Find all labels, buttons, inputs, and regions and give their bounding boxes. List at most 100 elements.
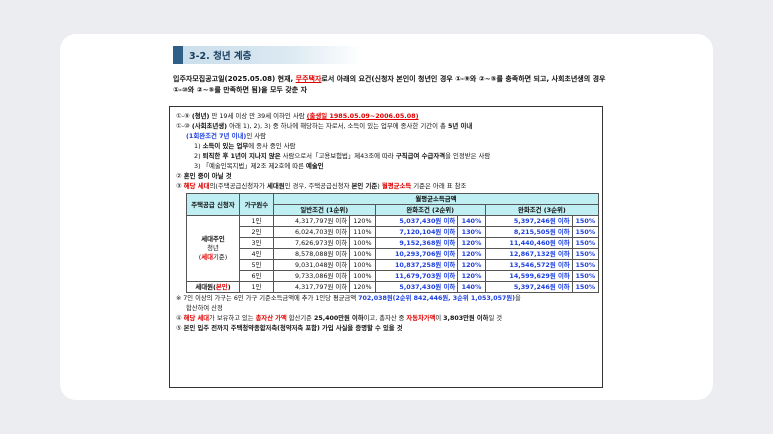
intro-highlight: 무주택자 [295, 75, 322, 83]
header-income: 월평균소득금액 [272, 193, 600, 205]
cell-relaxed-3-pct: 150% [571, 237, 600, 249]
cond-bold: 세대원 [266, 182, 285, 190]
cell-relaxed-3: 13,546,572원 이하 [484, 259, 573, 271]
cell-relaxed-3-pct: 150% [571, 248, 600, 260]
cell-relaxed-3: 5,397,246원 이하 [484, 281, 573, 293]
table-row: 세대주인 청년 (세대기준) 1인 4,317,797원 이하 120% 5,0… [186, 215, 600, 282]
item-text: 을 인정받은 사람 [445, 152, 491, 160]
group-line-3-red: 세대 [201, 253, 213, 261]
cond-number: ③ [176, 182, 182, 190]
intro-text-1: 입주자모집공고일(2025.05.08) 현재, [173, 75, 296, 83]
header-general: 일반조건 (1순위) [272, 204, 376, 216]
cell-general: 9,031,048원 이하 [272, 259, 351, 271]
cell-relaxed-3-pct: 150% [571, 226, 600, 238]
cond-text: 합산기준 [286, 315, 314, 322]
cell-general: 7,626,973원 이하 [272, 237, 351, 249]
cell-relaxed-2-pct: 120% [457, 237, 486, 249]
cell-relaxed-2-pct: 120% [457, 259, 486, 271]
cell-general-pct: 120% [349, 281, 376, 293]
cell-relaxed-2-pct: 120% [457, 248, 486, 260]
cell-general: 4,317,797원 이하 [272, 215, 351, 227]
new-worker-item-2: 2) 퇴직한 후 1년이 지나지 않은 사람으로서「고용보험법」제43조에 따라… [176, 151, 602, 161]
note-text: 합산하여 산정 [186, 305, 223, 312]
cell-general-pct: 110% [349, 226, 376, 238]
table-note: ※ 7인 이상의 가구는 6인 가구 기준소득금액에 추가 1인당 평균금액 7… [176, 294, 602, 304]
condition-savings: ⑤ 본인 입주 전까지 주택청약종합저축(청약저축 포함) 가입 사실을 증명할… [176, 324, 602, 334]
cond-red: 자동차가액 [406, 315, 436, 322]
item-bold: 소득이 있는 업무 [202, 142, 249, 150]
item-number: 2) [194, 152, 203, 160]
cond-text: 의(주택공급신청자가 [209, 182, 267, 190]
cond-bold: 3,803만원 이하 [443, 315, 489, 322]
cond-bold: 25,400만원 이하 [313, 315, 364, 322]
cond-red: 월평균소득 [381, 182, 412, 190]
header-relaxed-3: 완화조건 (3순위) [484, 204, 600, 216]
cell-relaxed-2-pct: 140% [457, 281, 486, 293]
cond-bold: 5년 이내 [447, 122, 473, 130]
condition-youth: ①-⑨ (청년) 만 19세 이상 만 39세 이하인 사람 (출생일 1985… [176, 111, 602, 121]
cell-members: 5인 [238, 259, 274, 271]
cell-relaxed-2: 10,293,706원 이하 [374, 248, 459, 260]
condition-assets: ④ 해당 세대가 보유하고 있는 총자산 가액 합산기준 25,400만원 이하… [176, 314, 602, 324]
cond-number: ⑤ [176, 325, 182, 332]
header-relaxed-2: 완화조건 (2순위) [374, 204, 486, 216]
cell-relaxed-3: 14,599,629원 이하 [484, 270, 573, 282]
item-text: 에 종사 중인 사람 [248, 142, 296, 150]
group-line-2: 청년 [207, 244, 219, 252]
table-row-member: 세대원(본인) 1인 4,317,797원 이하 120% 5,037,430원… [186, 281, 600, 293]
table-row: 6인 9,733,086원 이하 100% 11,679,703원 이하 120… [187, 270, 600, 282]
item-number: 1) [194, 142, 203, 150]
cell-applicant-member: 세대원(본인) [186, 281, 240, 293]
header-members: 가구원수 [238, 193, 274, 216]
member-post: ) [227, 283, 231, 291]
cond-number: ② [176, 172, 182, 180]
cell-relaxed-2-pct: 130% [457, 226, 486, 238]
table-row: 5인 9,031,048원 이하 100% 10,837,258원 이하 120… [187, 259, 600, 271]
cell-general: 4,317,797원 이하 [272, 281, 351, 293]
cond-text: 아래 1), 2), 3) 중 하나에 해당하는 자로서, 소득이 있는 업무에… [227, 122, 448, 130]
requirements-box: ①-⑨ (청년) 만 19세 이상 만 39세 이하인 사람 (출생일 1985… [169, 106, 603, 388]
cell-general-pct: 100% [349, 248, 376, 260]
cell-relaxed-3-pct: 150% [571, 259, 600, 271]
cell-relaxed-3-pct: 150% [571, 281, 600, 293]
cond-text: 인 사람 [246, 132, 267, 140]
item-number: 3) [194, 162, 203, 170]
group-householder: 세대주인 청년 (세대기준) [186, 215, 240, 282]
condition-unmarried: ② 혼인 중이 아닐 것 [176, 171, 602, 181]
cell-general-pct: 100% [349, 270, 376, 282]
cond-text: 이 [435, 315, 444, 322]
cell-general-pct: 100% [349, 237, 376, 249]
cell-relaxed-3: 12,867,132원 이하 [484, 248, 573, 260]
cell-members: 3인 [238, 237, 274, 249]
income-table: 주택공급 신청자 가구원수 월평균소득금액 일반조건 (1순위) 완화조건 (2… [186, 193, 600, 293]
item-bold: 구직급여 수급자격 [395, 152, 446, 160]
table-row: 4인 8,578,088원 이하 100% 10,293,706원 이하 120… [187, 248, 600, 260]
cond-bold: 본인 기준 [351, 182, 378, 190]
content-card: 3-2. 청년 계층 입주자모집공고일(2025.05.08) 현재, 무주택자… [60, 34, 713, 400]
cond-label: (사회초년생) [191, 122, 228, 130]
cond-text: 혼인 중이 아닐 것 [183, 172, 232, 180]
member-pre: 세대원( [195, 283, 216, 291]
note-text: 7인 이상의 가구는 6인 가구 기준소득금액에 추가 1인당 평균금액 [181, 295, 359, 302]
item-bold: 퇴직한 후 1년이 지나지 않은 [202, 152, 281, 160]
cond-text: 만 19세 이상 만 39세 이하인 사람 [209, 112, 305, 120]
new-worker-item-3: 3) 「예술인복지법」제2조 제2호에 따른 예술인 [176, 161, 602, 171]
table-row: 3인 7,626,973원 이하 100% 9,152,368원 이하 120%… [187, 237, 600, 249]
cell-relaxed-2: 9,152,368원 이하 [374, 237, 459, 249]
cell-relaxed-2: 11,679,703원 이하 [374, 270, 459, 282]
header-applicant: 주택공급 신청자 [186, 193, 240, 216]
new-worker-item-1: 1) 소득이 있는 업무에 종사 중인 사람 [176, 141, 602, 151]
cond-text: 이고, 총자산 중 [363, 315, 407, 322]
cell-relaxed-2-pct: 140% [457, 215, 486, 227]
cond-label: (청년) [191, 112, 210, 120]
group-line-3-post: 기준) [212, 253, 228, 261]
cond-red: 해당 세대 [183, 315, 210, 322]
table-note-cont: 합산하여 산정 [176, 304, 602, 314]
cell-relaxed-3: 5,397,246원 이하 [484, 215, 573, 227]
condition-new-worker-sub: (1회완조건 7년 이내)인 사람 [176, 131, 602, 141]
condition-new-worker: ①-⑩ (사회초년생) 아래 1), 2), 3) 중 하나에 해당하는 자로서… [176, 121, 602, 131]
table-row: 2인 6,024,703원 이하 110% 7,120,104원 이하 130%… [187, 226, 600, 238]
section-heading: 3-2. 청년 계층 [173, 46, 363, 64]
item-text: 「예술인복지법」제2조 제2호에 따른 [202, 162, 307, 170]
cond-text: 본인 입주 전까지 주택청약종합저축(청약저축 포함) 가입 사실을 증명할 수… [183, 325, 403, 332]
